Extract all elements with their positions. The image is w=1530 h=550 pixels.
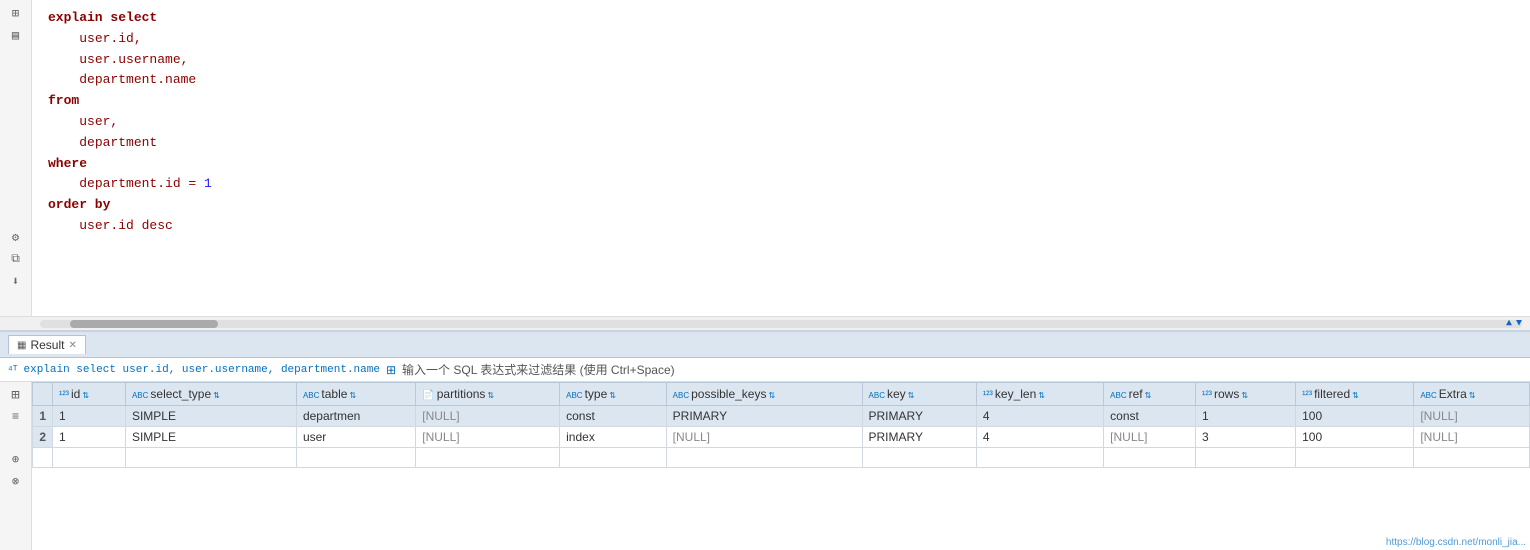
table-cell: [NULL]	[666, 427, 862, 448]
th-possible-keys[interactable]: ABCpossible_keys⇅	[666, 383, 862, 406]
table-cell-empty	[125, 448, 296, 468]
table-cell: 100	[1296, 406, 1414, 427]
gutter-icon-settings[interactable]: ⚙	[7, 228, 25, 246]
scroll-collapse-buttons[interactable]: ▲ ▼	[1506, 318, 1522, 329]
th-key[interactable]: ABCkey⇅	[862, 383, 976, 406]
table-cell: 4	[976, 406, 1103, 427]
table-cell: [NULL]	[1414, 406, 1530, 427]
table-cell-empty	[1104, 448, 1196, 468]
table-cell-empty	[666, 448, 862, 468]
table-cell: 100	[1296, 427, 1414, 448]
table-cell-empty	[33, 448, 53, 468]
result-tbody: 11SIMPLEdepartmen[NULL]constPRIMARYPRIMA…	[33, 406, 1530, 468]
table-cell: const	[1104, 406, 1196, 427]
query-bar: ⁴ᵀ explain select user.id, user.username…	[0, 358, 1530, 382]
gutter-icon-1[interactable]: ⊞	[7, 4, 25, 22]
gutter-icon-copy[interactable]: ⧉	[7, 250, 25, 268]
table-cell: [NULL]	[416, 427, 560, 448]
table-cell: user	[296, 427, 415, 448]
table-container[interactable]: ¹²³id⇅ ABCselect_type⇅ ABCtable⇅ 📄partit…	[32, 382, 1530, 550]
result-tab[interactable]: ▦ Result ✕	[8, 335, 86, 354]
code-editor[interactable]: explain select user.id, user.username, d…	[32, 0, 1530, 316]
query-display-text: explain select user.id, user.username, d…	[24, 364, 380, 376]
table-cell: 2	[33, 427, 53, 448]
th-id[interactable]: ¹²³id⇅	[53, 383, 126, 406]
scroll-up-icon[interactable]: ▲	[1506, 318, 1512, 329]
table-cell: 1	[1196, 406, 1296, 427]
table-row[interactable]: 21SIMPLEuser[NULL]index[NULL]PRIMARY4[NU…	[33, 427, 1530, 448]
h-scrollbar-thumb[interactable]	[70, 320, 218, 328]
table-cell: SIMPLE	[125, 427, 296, 448]
th-extra[interactable]: ABCExtra⇅	[1414, 383, 1530, 406]
table-cell: 1	[53, 427, 126, 448]
table-cell-empty	[296, 448, 415, 468]
table-cell-empty	[976, 448, 1103, 468]
table-cell: [NULL]	[1414, 427, 1530, 448]
table-cell: const	[560, 406, 667, 427]
filter-icon[interactable]: ⊞	[386, 363, 396, 377]
h-scrollbar[interactable]: ▲ ▼	[0, 316, 1530, 330]
result-tab-icon: ▦	[17, 340, 26, 351]
watermark: https://blog.csdn.net/monli_jia...	[1386, 537, 1526, 548]
table-cell-empty	[416, 448, 560, 468]
result-table: ¹²³id⇅ ABCselect_type⇅ ABCtable⇅ 📄partit…	[32, 382, 1530, 468]
result-toolbar-grid[interactable]: ⊞	[7, 386, 25, 404]
table-cell-empty	[1196, 448, 1296, 468]
table-row[interactable]: 11SIMPLEdepartmen[NULL]constPRIMARYPRIMA…	[33, 406, 1530, 427]
result-toolbar-add[interactable]: ⊕	[7, 450, 25, 468]
table-cell: 1	[53, 406, 126, 427]
result-toolbar-list[interactable]: ≡	[7, 408, 25, 426]
gutter-icon-2[interactable]: ▤	[7, 26, 25, 44]
h-scrollbar-track[interactable]	[40, 320, 1522, 328]
table-cell-empty	[862, 448, 976, 468]
table-cell: PRIMARY	[862, 427, 976, 448]
main-container: ⊞ ▤ ⚙ ⧉ ⬇ explain select user.id, user.u…	[0, 0, 1530, 550]
table-cell: [NULL]	[416, 406, 560, 427]
table-cell: [NULL]	[1104, 427, 1196, 448]
th-rownum	[33, 383, 53, 406]
result-tab-bar: ▦ Result ✕	[0, 332, 1530, 358]
th-select-type[interactable]: ABCselect_type⇅	[125, 383, 296, 406]
result-left-toolbar: ⊞ ≡ ⊕ ⊗	[0, 382, 32, 550]
editor-left-gutter: ⊞ ▤ ⚙ ⧉ ⬇	[0, 0, 32, 316]
th-rows[interactable]: ¹²³rows⇅	[1196, 383, 1296, 406]
query-bar-icon: ⁴ᵀ	[8, 364, 18, 376]
table-header-row: ¹²³id⇅ ABCselect_type⇅ ABCtable⇅ 📄partit…	[33, 383, 1530, 406]
result-tab-close[interactable]: ✕	[68, 340, 76, 351]
table-cell: PRIMARY	[666, 406, 862, 427]
table-cell: 4	[976, 427, 1103, 448]
table-wrapper: ⊞ ≡ ⊕ ⊗ ¹²³id⇅ ABCselect_type⇅ ABCtable⇅…	[0, 382, 1530, 550]
table-cell-empty	[1414, 448, 1530, 468]
th-table[interactable]: ABCtable⇅	[296, 383, 415, 406]
gutter-icon-download[interactable]: ⬇	[7, 272, 25, 290]
table-cell: departmen	[296, 406, 415, 427]
result-toolbar-delete[interactable]: ⊗	[7, 472, 25, 490]
editor-area: ⊞ ▤ ⚙ ⧉ ⬇ explain select user.id, user.u…	[0, 0, 1530, 316]
scroll-down-icon[interactable]: ▼	[1516, 318, 1522, 329]
table-cell: PRIMARY	[862, 406, 976, 427]
th-partitions[interactable]: 📄partitions⇅	[416, 383, 560, 406]
table-cell: SIMPLE	[125, 406, 296, 427]
table-cell: 1	[33, 406, 53, 427]
table-cell-empty	[53, 448, 126, 468]
th-filtered[interactable]: ¹²³filtered⇅	[1296, 383, 1414, 406]
table-row-empty	[33, 448, 1530, 468]
table-cell: 3	[1196, 427, 1296, 448]
table-cell-empty	[560, 448, 667, 468]
result-tab-label: Result	[30, 338, 64, 352]
table-cell-empty	[1296, 448, 1414, 468]
th-ref[interactable]: ABCref⇅	[1104, 383, 1196, 406]
th-type[interactable]: ABCtype⇅	[560, 383, 667, 406]
table-cell: index	[560, 427, 667, 448]
th-key-len[interactable]: ¹²³key_len⇅	[976, 383, 1103, 406]
result-panel: ▦ Result ✕ ⁴ᵀ explain select user.id, us…	[0, 330, 1530, 550]
filter-hint-text: 输入一个 SQL 表达式来过滤结果 (使用 Ctrl+Space)	[402, 361, 675, 378]
